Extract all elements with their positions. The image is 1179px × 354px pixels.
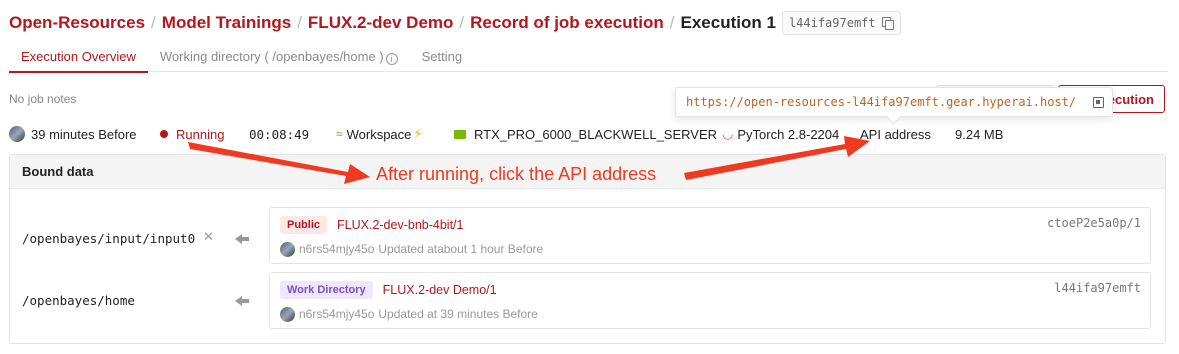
card-meta: n6rs54mjy45o Updated at 39 minutes Befor… bbox=[280, 306, 538, 322]
mount-path: /openbayes/home bbox=[22, 293, 135, 308]
tab-bar: Execution Overview Working directory ( /… bbox=[9, 44, 1168, 73]
tab-label: Setting bbox=[421, 49, 463, 64]
arrow-left-icon bbox=[235, 233, 249, 245]
tab-label: Working directory ( /openbayes/home ) bbox=[159, 49, 384, 64]
running-dot-icon bbox=[160, 130, 168, 138]
breadcrumb: Open-Resources / Model Trainings / FLUX.… bbox=[9, 10, 901, 36]
avatar bbox=[9, 126, 25, 142]
state-label: Running bbox=[176, 126, 225, 142]
breadcrumb-model-trainings[interactable]: Model Trainings bbox=[162, 13, 291, 33]
tab-label: Execution Overview bbox=[21, 49, 136, 64]
pytorch-icon: ◡ bbox=[722, 126, 734, 141]
breadcrumb-separator: / bbox=[297, 13, 302, 32]
copy-icon[interactable] bbox=[881, 17, 894, 30]
work-directory-link[interactable]: FLUX.2-dev Demo/1 bbox=[383, 283, 497, 297]
status-gpu: RTX_PRO_6000_BLACKWELL_SERVER bbox=[454, 124, 717, 144]
storage-size: 9.24 MB bbox=[955, 126, 1004, 142]
started-time: 39 minutes Before bbox=[31, 126, 137, 142]
breadcrumb-separator: / bbox=[151, 13, 156, 32]
framework-label: PyTorch 2.8-2204 bbox=[737, 126, 840, 142]
job-notes: No job notes bbox=[9, 92, 77, 106]
breadcrumb-job-record[interactable]: Record of job execution bbox=[470, 13, 664, 33]
arrow-left-icon bbox=[235, 295, 249, 307]
workspace-icon: ≈ bbox=[336, 127, 343, 141]
status-workspace: ≈ Workspace ⚡ bbox=[336, 124, 423, 144]
breadcrumb-separator: / bbox=[669, 13, 675, 32]
nvidia-icon bbox=[454, 129, 466, 139]
annotation-text: After running, click the API address bbox=[376, 164, 657, 184]
execution-id-chip: l44ifa97emft bbox=[781, 11, 901, 35]
work-directory-card: Work Directory FLUX.2-dev Demo/1 l44ifa9… bbox=[269, 272, 1151, 329]
breadcrumb-separator: / bbox=[459, 13, 465, 32]
status-state: Running bbox=[160, 124, 224, 144]
status-started: 39 minutes Before bbox=[9, 124, 137, 144]
workspace-label: Workspace bbox=[346, 126, 412, 142]
execution-id: l44ifa97emft bbox=[788, 16, 876, 30]
avatar bbox=[280, 241, 295, 257]
breadcrumb-open-resources[interactable]: Open-Resources bbox=[9, 13, 145, 33]
dataset-id: ctoeP2e5a0p/1 bbox=[1047, 216, 1141, 230]
duration: 00:08:49 bbox=[249, 126, 310, 142]
work-directory-id: l44ifa97emft bbox=[1054, 281, 1141, 295]
api-url-link[interactable]: https://open-resources-l44ifa97emft.gear… bbox=[686, 95, 1076, 109]
api-address-tooltip: https://open-resources-l44ifa97emft.gear… bbox=[675, 87, 1113, 117]
gpu-label: RTX_PRO_6000_BLACKWELL_SERVER bbox=[474, 126, 718, 142]
bolt-icon: ⚡ bbox=[413, 126, 423, 141]
status-framework: ◡ PyTorch 2.8-2204 bbox=[722, 124, 839, 144]
mount-path: /openbayes/input/input0 bbox=[22, 231, 196, 246]
work-directory-badge: Work Directory bbox=[280, 281, 373, 299]
tab-execution-overview[interactable]: Execution Overview bbox=[9, 44, 148, 73]
dataset-card: Public FLUX.2-dev-bnb-4bit/1 ctoeP2e5a0p… bbox=[269, 207, 1151, 264]
card-header: Public FLUX.2-dev-bnb-4bit/1 bbox=[280, 216, 463, 234]
external-link-icon[interactable] bbox=[1093, 97, 1104, 108]
unlink-icon[interactable]: ✕ bbox=[203, 229, 214, 245]
breadcrumb-flux-demo[interactable]: FLUX.2-dev Demo bbox=[308, 13, 453, 33]
info-icon: i bbox=[385, 53, 398, 65]
tab-working-directory[interactable]: Working directory ( /openbayes/home ) i bbox=[148, 44, 410, 72]
card-meta: n6rs54mjy45o Updated atabout 1 hour Befo… bbox=[280, 241, 543, 257]
public-badge: Public bbox=[280, 216, 328, 234]
updated-time: Updated at 39 minutes Before bbox=[378, 307, 538, 321]
tab-setting[interactable]: Setting bbox=[410, 44, 474, 72]
avatar bbox=[280, 306, 295, 322]
api-address-link[interactable]: API address bbox=[860, 124, 931, 144]
owner-name[interactable]: n6rs54mjy45o bbox=[299, 307, 374, 321]
page-title: Execution 1 bbox=[680, 13, 776, 32]
updated-time: Updated atabout 1 hour Before bbox=[378, 242, 544, 256]
owner-name[interactable]: n6rs54mjy45o bbox=[299, 242, 374, 256]
card-header: Work Directory FLUX.2-dev Demo/1 bbox=[280, 281, 497, 299]
dataset-link[interactable]: FLUX.2-dev-bnb-4bit/1 bbox=[337, 218, 463, 232]
